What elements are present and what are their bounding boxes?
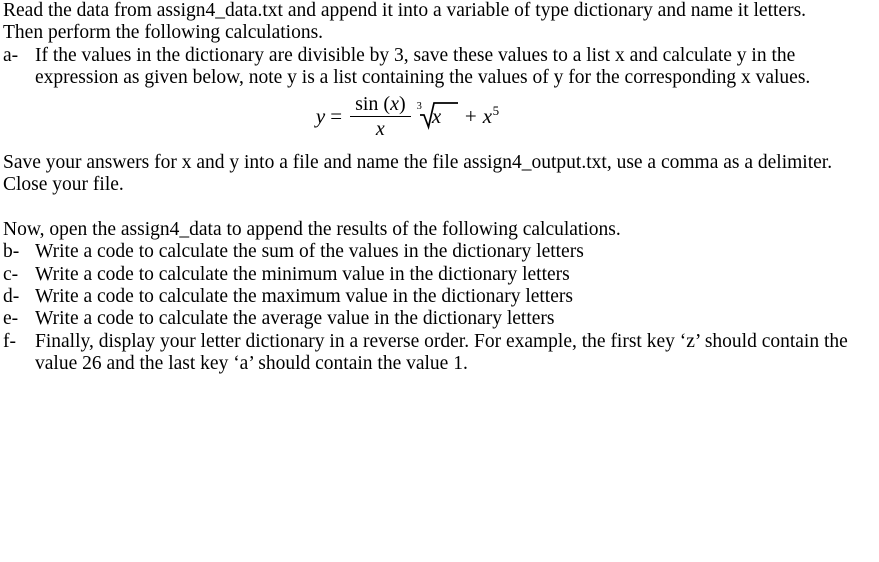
list-item-f-text: Finally, display your letter dictionary … xyxy=(35,330,848,375)
formula-plus-operator: + xyxy=(464,103,477,128)
list-marker-a: a- xyxy=(3,44,19,66)
formula-cube-root: 3 x xyxy=(415,101,459,131)
middle-paragraph-1: Save your answers for x and y into a fil… xyxy=(3,151,833,173)
list-marker-d: d- xyxy=(3,286,20,308)
assignment-document: Read the data from assign4_data.txt and … xyxy=(0,0,879,562)
formula-equals: = xyxy=(330,103,343,128)
list-item-e: e- Write a code to calculate the average… xyxy=(0,308,879,330)
list-item-f: f- Finally, display your letter dictiona… xyxy=(0,331,879,376)
intro-paragraph-2: Then perform the following calculations. xyxy=(3,22,324,44)
formula-power-term: x5 xyxy=(482,102,500,128)
list-marker-f: f- xyxy=(3,330,16,352)
formula-power-exponent: 5 xyxy=(492,102,500,118)
list-item-c: c- Write a code to calculate the minimum… xyxy=(0,264,879,286)
intro-paragraph-1: Read the data from assign4_data.txt and … xyxy=(3,0,807,21)
list-item-a: a- If the values in the dictionary are d… xyxy=(0,45,879,90)
formula-sin-argument: x xyxy=(390,92,399,115)
list-marker-e: e- xyxy=(3,308,19,330)
second-section-intro: Now, open the assign4_data to append the… xyxy=(3,218,621,240)
second-task-list: b- Write a code to calculate the sum of … xyxy=(0,241,879,375)
math-formula: y = sin (x) x 3 x + x5 xyxy=(316,94,499,140)
list-item-d: d- Write a code to calculate the maximum… xyxy=(0,286,879,308)
first-task-list: a- If the values in the dictionary are d… xyxy=(0,45,879,90)
formula-radical-index: 3 xyxy=(416,101,422,113)
list-item-c-text: Write a code to calculate the minimum va… xyxy=(35,263,570,285)
list-marker-c: c- xyxy=(3,263,19,285)
list-marker-b: b- xyxy=(3,241,20,263)
formula-sin-function: sin xyxy=(355,92,379,115)
list-item-b: b- Write a code to calculate the sum of … xyxy=(0,241,879,263)
list-item-b-text: Write a code to calculate the sum of the… xyxy=(35,241,584,263)
list-item-a-text: If the values in the dictionary are divi… xyxy=(35,44,811,89)
formula-radical-symbol: x xyxy=(419,101,459,131)
formula-block: y = sin (x) x 3 x + x5 xyxy=(0,90,879,152)
formula-close-paren: ) xyxy=(398,92,406,115)
formula-denominator: x xyxy=(375,118,385,141)
formula-power-base: x xyxy=(482,103,493,128)
formula-lhs: y xyxy=(315,103,326,128)
formula-radicand: x xyxy=(431,104,442,129)
formula-numerator: sin (x) xyxy=(350,94,411,116)
middle-paragraph-2: Close your file. xyxy=(3,174,124,196)
formula-fraction: sin (x) x xyxy=(350,94,411,141)
list-item-d-text: Write a code to calculate the maximum va… xyxy=(35,286,573,308)
list-item-e-text: Write a code to calculate the average va… xyxy=(35,308,555,330)
